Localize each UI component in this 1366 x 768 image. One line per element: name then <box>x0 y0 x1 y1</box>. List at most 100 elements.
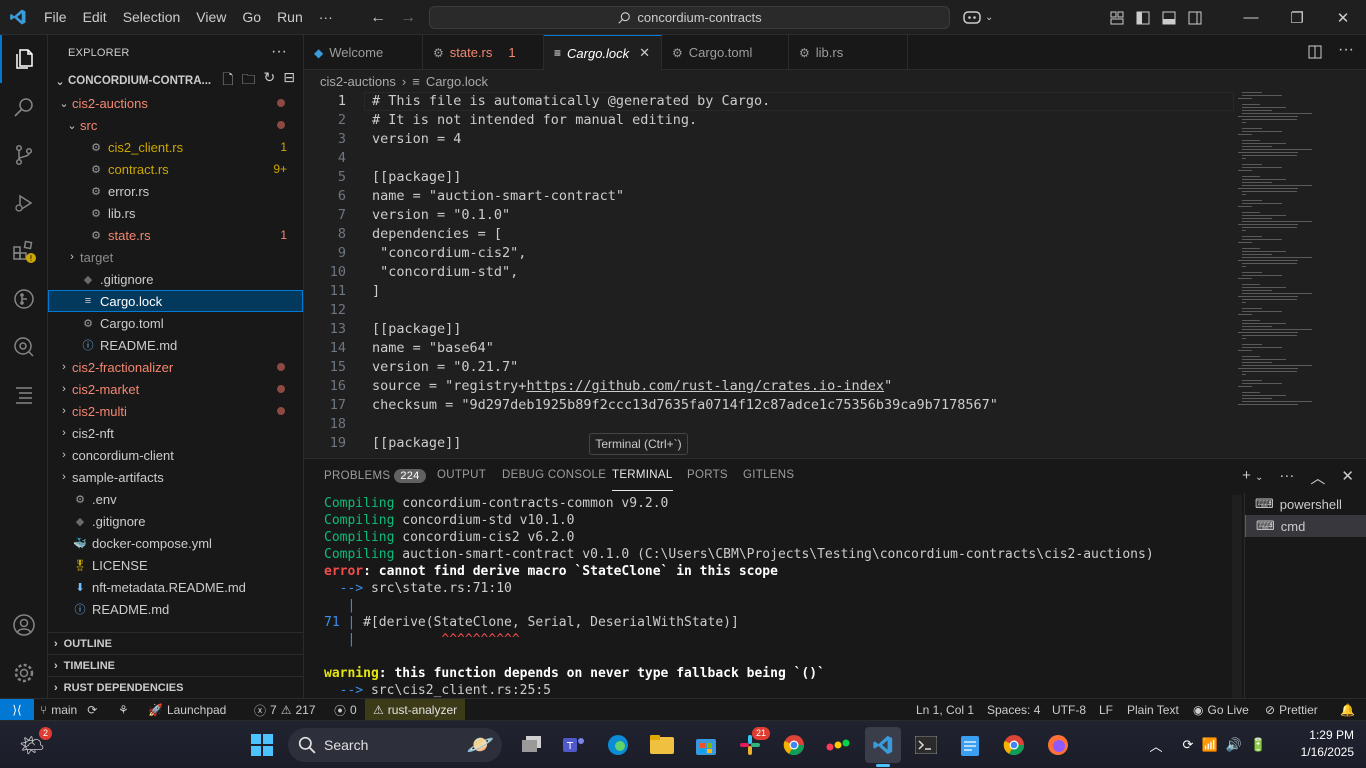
tree-item[interactable]: 🐳 docker-compose.yml <box>48 532 303 554</box>
tree-item[interactable]: ⚙ error.rs <box>48 180 303 202</box>
close-tab-icon[interactable]: ✕ <box>639 45 650 61</box>
weather-widget-icon[interactable]: 🌤 2 <box>16 727 52 761</box>
chrome-icon[interactable] <box>778 729 810 761</box>
go-live[interactable]: ◉ Go Live <box>1193 699 1249 721</box>
tree-item[interactable]: ⓘ README.md <box>48 598 303 620</box>
menu-more[interactable]: ··· <box>311 0 341 35</box>
new-terminal-plus-icon[interactable]: + ⌄ <box>1242 467 1263 488</box>
toggle-panel-icon[interactable] <box>1156 0 1182 35</box>
vscode-taskbar-icon[interactable] <box>865 727 901 767</box>
tree-item[interactable]: › target <box>48 246 303 268</box>
windows-start-icon[interactable] <box>246 729 278 761</box>
show-hidden-icons-chevron-up-icon[interactable]: ︿ <box>1140 729 1172 761</box>
menu-file[interactable]: File <box>36 0 75 35</box>
collapse-all-icon[interactable]: ⊟ <box>283 69 295 93</box>
problems-indicator[interactable]: ⓧ 7 ⚠ 217 <box>254 699 316 721</box>
gitlens-graph-icon[interactable]: ⚘ <box>118 699 129 721</box>
maximize-panel-chevron-up-icon[interactable]: ︿ <box>1310 467 1325 488</box>
workspace-root[interactable]: ⌄ CONCORDIUM-CONTRA... 🗋 🗀 ↻ ⊟ <box>48 69 303 93</box>
tree-item[interactable]: ⌄ src <box>48 114 303 136</box>
more-actions-icon[interactable]: ··· <box>1338 41 1354 59</box>
end-of-line[interactable]: LF <box>1099 699 1113 721</box>
tree-item[interactable]: ⚙ cis2_client.rs 1 <box>48 136 303 158</box>
tree-item[interactable]: ≡ Cargo.lock <box>48 290 303 312</box>
terminal-app-icon[interactable] <box>910 729 942 761</box>
tree-item[interactable]: ⌄ cis2-auctions <box>48 92 303 114</box>
sync-tray-icon[interactable]: ⟳ <box>1172 729 1204 761</box>
menu-view[interactable]: View <box>188 0 234 35</box>
task-view-icon[interactable] <box>516 729 548 761</box>
indentation[interactable]: Spaces: 4 <box>987 699 1040 721</box>
restore-button[interactable]: ❐ <box>1274 0 1320 35</box>
terminal-scrollbar[interactable] <box>1232 495 1242 699</box>
url-link[interactable]: https://github.com/rust-lang/crates.io-i… <box>526 378 884 394</box>
tab-state-rs[interactable]: ⚙ state.rs 1 <box>423 35 544 70</box>
customize-layout-icon[interactable] <box>1104 0 1130 35</box>
toggle-secondary-sidebar-icon[interactable] <box>1182 0 1208 35</box>
tree-item[interactable]: › concordium-client <box>48 444 303 466</box>
tab-gitlens[interactable]: GITLENS <box>743 469 794 491</box>
tab-lib-rs[interactable]: ⚙ lib.rs <box>789 35 908 70</box>
split-editor-icon[interactable] <box>1308 45 1322 62</box>
breadcrumb-file[interactable]: Cargo.lock <box>426 74 488 89</box>
more-actions-icon[interactable]: ··· <box>271 43 287 61</box>
rust-dependencies-section[interactable]: › RUST DEPENDENCIES <box>48 676 303 698</box>
terminal-item-cmd[interactable]: ⌨ cmd <box>1245 515 1366 537</box>
tree-item[interactable]: › cis2-multi <box>48 400 303 422</box>
manage-gear-icon[interactable] <box>0 649 48 697</box>
file-explorer-icon[interactable] <box>646 729 678 761</box>
gitlens-icon[interactable] <box>0 275 48 323</box>
ports-indicator[interactable]: ⦿ 0 <box>334 699 357 721</box>
tree-item[interactable]: › cis2-nft <box>48 422 303 444</box>
explorer-icon[interactable] <box>0 35 48 83</box>
tab-welcome[interactable]: ◆ Welcome <box>304 35 423 70</box>
source-control-icon[interactable] <box>0 131 48 179</box>
gitlens-inspect-icon[interactable] <box>0 323 48 371</box>
tree-item[interactable]: ⓘ README.md <box>48 334 303 356</box>
tree-item[interactable]: › cis2-fractionalizer <box>48 356 303 378</box>
more-actions-icon[interactable]: ··· <box>1279 467 1294 488</box>
command-center-search[interactable]: concordium-contracts <box>429 6 950 29</box>
notepad-icon[interactable] <box>954 729 986 761</box>
tree-item[interactable]: ◆ .gitignore <box>48 268 303 290</box>
tab-cargo-lock[interactable]: ≡ Cargo.lock ✕ <box>544 35 662 70</box>
tree-item[interactable]: › sample-artifacts <box>48 466 303 488</box>
tree-item[interactable]: › cis2-market <box>48 378 303 400</box>
rust-analyzer-status[interactable]: ⚠ rust-analyzer <box>365 699 466 721</box>
timeline-section[interactable]: › TIMELINE <box>48 654 303 676</box>
encoding[interactable]: UTF-8 <box>1052 699 1086 721</box>
search-icon[interactable] <box>0 83 48 131</box>
teams-icon[interactable]: T <box>558 729 590 761</box>
minimap[interactable] <box>1236 92 1356 412</box>
back-arrow-icon[interactable]: ← <box>370 9 386 27</box>
close-button[interactable]: ✕ <box>1320 0 1366 35</box>
language-mode[interactable]: Plain Text <box>1127 699 1179 721</box>
new-folder-icon[interactable]: 🗀 <box>242 69 256 93</box>
terminal-item-powershell[interactable]: ⌨ powershell <box>1245 493 1366 515</box>
network-volume-battery-tray[interactable]: 📶 🔊 🔋 <box>1202 729 1267 761</box>
tree-item[interactable]: ⚙ lib.rs <box>48 202 303 224</box>
toggle-sidebar-icon[interactable] <box>1130 0 1156 35</box>
tree-item[interactable]: ⚙ .env <box>48 488 303 510</box>
close-panel-icon[interactable]: ✕ <box>1341 467 1354 488</box>
notifications-bell-icon[interactable]: 🔔 <box>1340 699 1355 721</box>
cursor-position[interactable]: Ln 1, Col 1 <box>916 699 974 721</box>
new-file-icon[interactable]: 🗋 <box>222 69 233 93</box>
run-debug-icon[interactable] <box>0 179 48 227</box>
tree-item[interactable]: ⚙ Cargo.toml <box>48 312 303 334</box>
firefox-icon[interactable] <box>1042 729 1074 761</box>
tab-output[interactable]: OUTPUT <box>437 469 486 491</box>
tab-problems[interactable]: PROBLEMS 224 <box>324 469 426 491</box>
tree-item[interactable]: ⚙ contract.rs 9+ <box>48 158 303 180</box>
remote-icon[interactable]: ⟩⟨ <box>0 699 34 721</box>
launchpad[interactable]: 🚀 Launchpad <box>148 699 226 721</box>
tree-item[interactable]: ⚙ state.rs 1 <box>48 224 303 246</box>
breadcrumb-folder[interactable]: cis2-auctions <box>320 74 396 89</box>
prettier[interactable]: ⊘ Prettier <box>1265 699 1318 721</box>
tree-item[interactable]: ◆ .gitignore <box>48 510 303 532</box>
accounts-icon[interactable] <box>0 601 48 649</box>
menu-edit[interactable]: Edit <box>75 0 115 35</box>
forward-arrow-icon[interactable]: → <box>400 9 416 27</box>
tab-ports[interactable]: PORTS <box>687 469 728 491</box>
chrome-profile-icon[interactable] <box>998 729 1030 761</box>
